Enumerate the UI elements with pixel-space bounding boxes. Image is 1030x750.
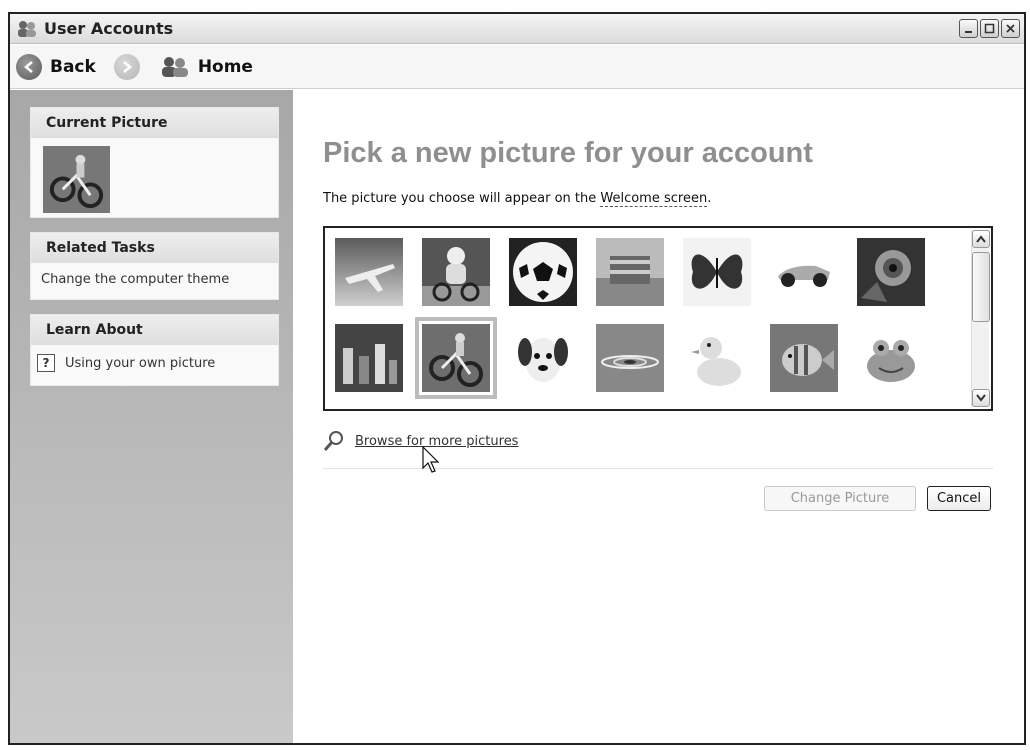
- related-tasks-header: Related Tasks: [31, 233, 278, 263]
- minimize-icon: [965, 31, 972, 33]
- learn-about-panel: Learn About ? Using your own picture: [30, 314, 279, 386]
- scroll-thumb[interactable]: [972, 252, 990, 322]
- picture-astronaut[interactable]: [422, 238, 490, 306]
- chevron-up-icon: [976, 235, 986, 243]
- home-label: Home: [197, 56, 253, 77]
- minimize-button[interactable]: [959, 19, 978, 38]
- change-theme-link[interactable]: Change the computer theme: [41, 265, 268, 293]
- change-picture-button[interactable]: Change Picture: [764, 486, 916, 511]
- cancel-button[interactable]: Cancel: [927, 486, 991, 511]
- navigation-bar: Back Home: [10, 45, 1024, 89]
- picture-fish[interactable]: [770, 324, 838, 392]
- picture-frog[interactable]: [857, 324, 925, 392]
- picture-beach-chairs[interactable]: [596, 238, 664, 306]
- picture-dirt-bike[interactable]: [415, 317, 497, 399]
- picture-soccer-ball[interactable]: [509, 238, 577, 306]
- picture-airplane[interactable]: [335, 238, 403, 306]
- change-theme-label: Change the computer theme: [41, 271, 230, 287]
- page-description: The picture you choose will appear on th…: [323, 191, 712, 207]
- user-accounts-window: User Accounts Back Home Current Picture …: [8, 12, 1026, 745]
- close-icon: [1006, 24, 1015, 33]
- scroll-down-button[interactable]: [972, 389, 990, 407]
- gallery-scrollbar[interactable]: [971, 230, 990, 407]
- close-button[interactable]: [1001, 19, 1020, 38]
- using-own-picture-label: Using your own picture: [65, 355, 216, 371]
- learn-about-header: Learn About: [31, 315, 278, 345]
- mouse-pointer-icon: [422, 446, 440, 473]
- back-button[interactable]: Back: [16, 53, 96, 80]
- picture-race-car[interactable]: [770, 238, 838, 306]
- current-picture-panel: Current Picture: [30, 107, 279, 218]
- magnifier-icon: [323, 431, 343, 451]
- current-picture-body: [31, 138, 278, 219]
- maximize-icon: [984, 23, 995, 34]
- picture-gallery: [323, 226, 993, 411]
- picture-butterfly[interactable]: [683, 238, 751, 306]
- user-accounts-icon: [18, 20, 36, 37]
- picture-cat-eye[interactable]: [857, 238, 925, 306]
- browse-pictures-link[interactable]: Browse for more pictures: [323, 430, 518, 452]
- chevron-down-icon: [976, 394, 986, 402]
- picture-dog[interactable]: [509, 324, 577, 392]
- using-own-picture-link[interactable]: ? Using your own picture: [31, 349, 278, 377]
- picture-rubber-duck[interactable]: [683, 324, 751, 392]
- back-label: Back: [50, 56, 96, 77]
- window-title: User Accounts: [44, 19, 174, 38]
- home-users-icon: [161, 56, 188, 77]
- welcome-screen-link[interactable]: Welcome screen: [600, 191, 708, 207]
- page-title: Pick a new picture for your account: [323, 137, 813, 169]
- title-bar: User Accounts: [10, 14, 1024, 44]
- current-picture-thumbnail: [43, 146, 110, 213]
- help-icon: ?: [37, 354, 55, 372]
- picture-water-drop[interactable]: [596, 324, 664, 392]
- window-controls: [959, 19, 1020, 38]
- picture-chess[interactable]: [335, 324, 403, 392]
- back-arrow-icon: [16, 53, 42, 80]
- related-tasks-panel: Related Tasks Change the computer theme: [30, 232, 279, 300]
- maximize-button[interactable]: [980, 19, 999, 38]
- task-sidebar: Current Picture Related Tasks Change the…: [10, 90, 293, 743]
- current-picture-header: Current Picture: [31, 108, 278, 138]
- forward-arrow-icon: [113, 53, 140, 80]
- scroll-up-button[interactable]: [972, 230, 990, 248]
- home-button[interactable]: Home: [160, 56, 253, 78]
- main-content: Pick a new picture for your account The …: [293, 90, 1024, 743]
- forward-button[interactable]: [113, 53, 140, 80]
